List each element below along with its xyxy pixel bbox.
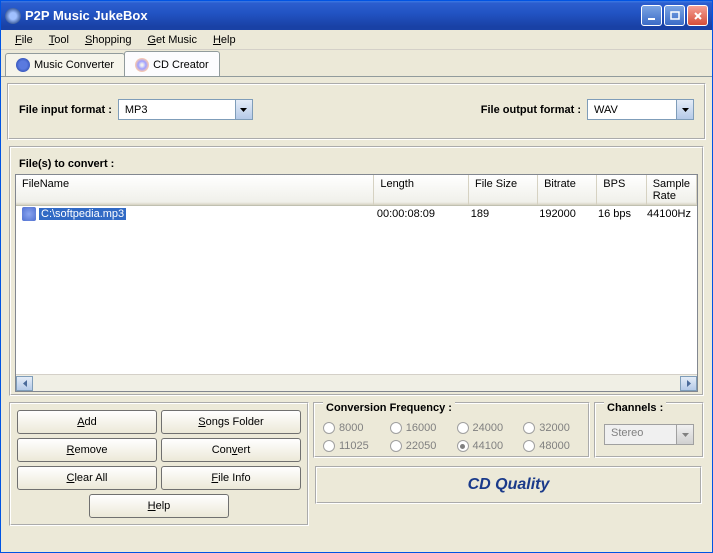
cell-filename: C:\softpedia.mp3	[39, 208, 126, 220]
files-table-title: File(s) to convert :	[19, 158, 698, 170]
radio-icon	[390, 422, 402, 434]
maximize-button[interactable]	[664, 5, 685, 26]
frequency-group: Conversion Frequency : 8000 16000 24000 320…	[313, 402, 590, 458]
frequency-label: 11025	[339, 440, 369, 452]
menu-help[interactable]: Help	[205, 32, 244, 48]
menu-get-music[interactable]: Get Music	[139, 32, 205, 48]
radio-icon	[390, 440, 402, 452]
menu-tool[interactable]: Tool	[41, 32, 77, 48]
file-info-button[interactable]: File Info	[161, 466, 301, 490]
frequency-label: 32000	[539, 422, 570, 434]
table-header: FileName Length File Size Bitrate BPS Sa…	[16, 175, 697, 206]
remove-button[interactable]: Remove	[17, 438, 157, 462]
frequency-option-24000: 24000	[457, 422, 514, 434]
horizontal-scrollbar[interactable]	[16, 374, 697, 391]
frequency-option-11025: 11025	[323, 440, 380, 452]
table-body: C:\softpedia.mp3 00:00:08:09 189 192000 …	[16, 206, 697, 374]
frequency-option-32000: 32000	[523, 422, 580, 434]
quality-indicator: CD Quality	[315, 466, 702, 504]
quality-text: CD Quality	[468, 476, 550, 494]
channels-group: Channels : Stereo	[594, 402, 704, 458]
cell-samplerate: 44100Hz	[641, 207, 697, 221]
frequency-option-22050: 22050	[390, 440, 447, 452]
chevron-down-icon	[676, 100, 693, 119]
scroll-left-icon[interactable]	[16, 376, 33, 391]
minimize-button[interactable]	[641, 5, 662, 26]
table-row[interactable]: C:\softpedia.mp3 00:00:08:09 189 192000 …	[16, 206, 697, 222]
radio-icon	[523, 422, 535, 434]
files-table: FileName Length File Size Bitrate BPS Sa…	[15, 174, 698, 392]
audio-file-icon	[22, 207, 36, 221]
music-converter-icon	[16, 58, 30, 72]
channels-value: Stereo	[605, 425, 676, 444]
songs-folder-button[interactable]: Songs Folder	[161, 410, 301, 434]
menu-file[interactable]: File	[7, 32, 41, 48]
button-panel: Add Songs Folder Remove Convert Clear Al…	[9, 402, 309, 526]
chevron-down-icon	[235, 100, 252, 119]
help-button[interactable]: Help	[89, 494, 229, 518]
bottom-controls: Add Songs Folder Remove Convert Clear Al…	[9, 402, 704, 526]
col-bitrate[interactable]: Bitrate	[538, 175, 597, 205]
cell-length: 00:00:08:09	[371, 207, 465, 221]
cd-creator-icon	[135, 58, 149, 72]
input-format-value: MP3	[119, 104, 235, 116]
radio-icon	[523, 440, 535, 452]
frequency-label: 16000	[406, 422, 437, 434]
menubar: File Tool Shopping Get Music Help	[1, 30, 712, 50]
format-row: File input format : MP3 File output form…	[9, 85, 704, 138]
radio-icon	[457, 440, 469, 452]
tab-label: Music Converter	[34, 59, 114, 71]
output-format-dropdown[interactable]: WAV	[587, 99, 694, 120]
frequency-label: 8000	[339, 422, 363, 434]
input-format-label: File input format :	[19, 104, 112, 116]
radio-icon	[457, 422, 469, 434]
cell-bps: 16 bps	[592, 207, 641, 221]
files-table-section: File(s) to convert : FileName Length Fil…	[9, 146, 704, 396]
menu-shopping[interactable]: Shopping	[77, 32, 140, 48]
tab-cd-creator[interactable]: CD Creator	[124, 51, 220, 76]
col-bps[interactable]: BPS	[597, 175, 646, 205]
cell-filesize: 189	[465, 207, 534, 221]
radio-icon	[323, 440, 335, 452]
col-filesize[interactable]: File Size	[469, 175, 538, 205]
add-button[interactable]: Add	[17, 410, 157, 434]
frequency-label: 22050	[406, 440, 437, 452]
cell-bitrate: 192000	[533, 207, 592, 221]
scroll-right-icon[interactable]	[680, 376, 697, 391]
chevron-down-icon	[676, 425, 693, 444]
convert-button[interactable]: Convert	[161, 438, 301, 462]
output-format-label: File output format :	[481, 104, 581, 116]
frequency-label: 44100	[473, 440, 504, 452]
frequency-option-44100: 44100	[457, 440, 514, 452]
frequency-option-48000: 48000	[523, 440, 580, 452]
input-format-dropdown[interactable]: MP3	[118, 99, 253, 120]
frequency-title: Conversion Frequency :	[323, 402, 455, 414]
radio-icon	[323, 422, 335, 434]
app-icon	[5, 8, 21, 24]
frequency-option-16000: 16000	[390, 422, 447, 434]
channels-title: Channels :	[604, 402, 666, 414]
clear-all-button[interactable]: Clear All	[17, 466, 157, 490]
window-title: P2P Music JukeBox	[25, 8, 639, 23]
col-samplerate[interactable]: Sample Rate	[647, 175, 697, 205]
scroll-track[interactable]	[33, 376, 680, 391]
main-panel: File input format : MP3 File output form…	[1, 76, 712, 534]
titlebar: P2P Music JukeBox	[1, 1, 712, 30]
output-format-value: WAV	[588, 104, 676, 116]
channels-dropdown: Stereo	[604, 424, 694, 445]
tab-music-converter[interactable]: Music Converter	[5, 53, 125, 76]
tabbar: Music Converter CD Creator	[1, 50, 712, 76]
frequency-label: 48000	[539, 440, 570, 452]
frequency-option-8000: 8000	[323, 422, 380, 434]
close-button[interactable]	[687, 5, 708, 26]
frequency-label: 24000	[473, 422, 504, 434]
col-length[interactable]: Length	[374, 175, 469, 205]
col-filename[interactable]: FileName	[16, 175, 374, 205]
tab-label: CD Creator	[153, 59, 209, 71]
